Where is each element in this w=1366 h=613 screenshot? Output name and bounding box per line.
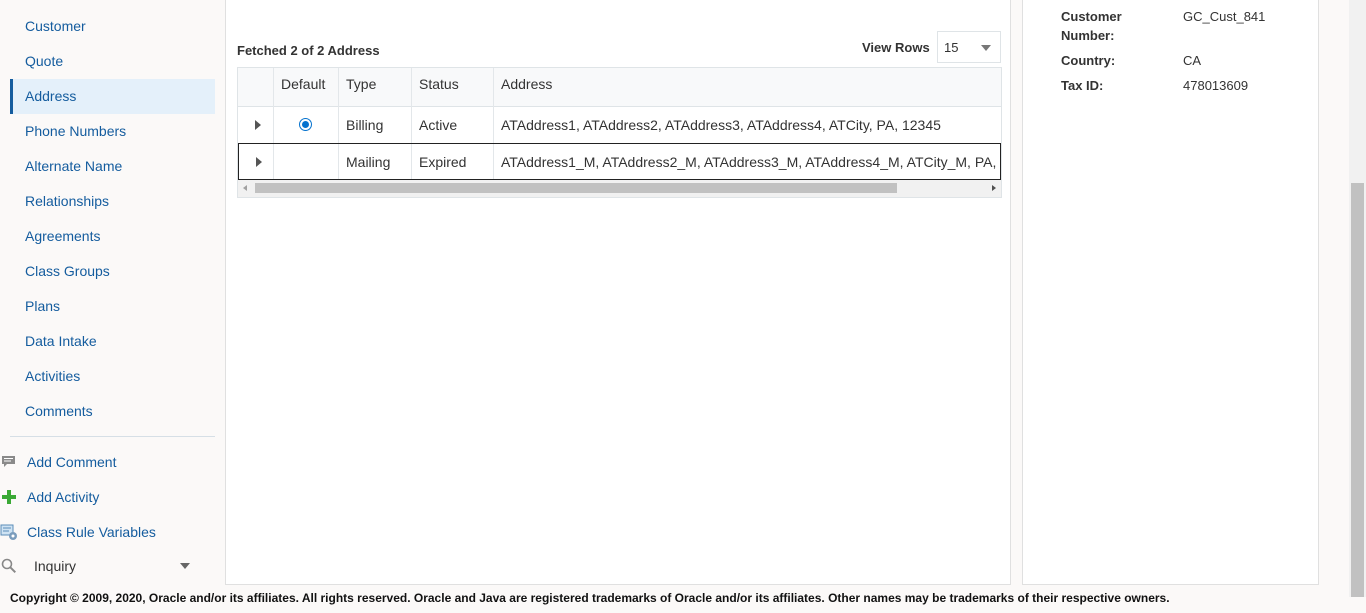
view-rows-label: View Rows [862,40,930,55]
table-row[interactable]: Mailing Expired ATAddress1_M, ATAddress2… [238,143,1001,180]
expand-arrow-icon[interactable] [256,157,262,167]
scroll-left-icon[interactable] [243,185,247,191]
default-radio[interactable] [299,118,312,131]
country-label: Country: [1061,53,1116,68]
chevron-down-icon[interactable] [180,563,190,569]
add-comment-action[interactable]: Add Comment [0,449,200,475]
add-activity-label: Add Activity [27,489,100,505]
default-cell [274,107,339,143]
sidebar-item-comments[interactable]: Comments [10,394,215,429]
row-expander-cell [238,107,274,143]
address-cell: ATAddress1, ATAddress2, ATAddress3, ATAd… [501,117,941,133]
customer-number-label: Customer Number: [1061,9,1122,43]
class-rule-variables-label: Class Rule Variables [27,524,156,540]
type-cell: Billing [339,107,412,143]
column-header-default[interactable]: Default [274,68,339,107]
address-panel: Fetched 2 of 2 Address View Rows 15 Defa… [225,0,1011,585]
page-vertical-scrollbar[interactable] [1349,0,1366,597]
tax-id-value: 478013609 [1183,78,1249,93]
scroll-right-icon[interactable] [992,185,996,191]
horizontal-scrollbar[interactable] [238,180,1001,197]
column-header-type[interactable]: Type [339,68,412,107]
status-cell: Active [412,107,494,143]
customer-number-value: GC_Cust_841 [1183,9,1266,24]
sidebar-item-alternate-name[interactable]: Alternate Name [10,149,215,184]
default-cell [274,144,339,179]
comment-icon [0,453,18,471]
class-rule-variables-action[interactable]: Class Rule Variables [0,519,200,545]
scrollbar-thumb[interactable] [255,183,897,193]
inquiry-label: Inquiry [34,558,77,574]
view-rows-value: 15 [944,40,959,55]
table-row[interactable]: Billing Active ATAddress1, ATAddress2, A… [238,107,1001,144]
customer-info-panel: Customer Number: GC_Cust_841 Country: CA… [1022,0,1319,585]
tax-id-label: Tax ID: [1061,78,1104,93]
sidebar-item-quote[interactable]: Quote [10,44,215,79]
sidebar-item-class-groups[interactable]: Class Groups [10,254,215,289]
sidebar-item-plans[interactable]: Plans [10,289,215,324]
chevron-down-icon [981,45,991,51]
status-cell: Expired [412,144,494,179]
address-cell: ATAddress1_M, ATAddress2_M, ATAddress3_M… [501,154,1000,170]
sidebar-item-relationships[interactable]: Relationships [10,184,215,219]
expand-arrow-icon[interactable] [255,120,261,130]
sidebar-item-data-intake[interactable]: Data Intake [10,324,215,359]
scrollbar-thumb[interactable] [1351,183,1364,597]
type-cell: Mailing [339,144,412,179]
sidebar-item-agreements[interactable]: Agreements [10,219,215,254]
sidebar-item-phone-numbers[interactable]: Phone Numbers [10,114,215,149]
fetched-count: Fetched 2 of 2 Address [237,43,380,58]
inquiry-select[interactable]: Inquiry [0,553,200,579]
rule-variables-icon [0,523,18,541]
copyright-footer: Copyright © 2009, 2020, Oracle and/or it… [10,591,1170,605]
add-comment-label: Add Comment [27,454,117,470]
column-header-address[interactable]: Address [494,68,1001,107]
sidebar-item-address[interactable]: Address [10,79,215,114]
plus-icon [0,488,18,506]
search-icon [0,557,18,575]
sidebar: Customer Quote Address Phone Numbers Alt… [0,0,224,585]
table-header: Default Type Status Address [238,68,1001,107]
sidebar-item-activities[interactable]: Activities [10,359,215,394]
row-expander-cell [239,144,274,179]
address-table: Default Type Status Address Billing Acti… [237,67,1002,198]
add-activity-action[interactable]: Add Activity [0,484,200,510]
expander-column-header [238,68,274,107]
view-rows-select[interactable]: 15 [937,31,1001,63]
sidebar-item-customer[interactable]: Customer [10,9,215,44]
country-value: CA [1183,53,1202,68]
column-header-status[interactable]: Status [412,68,494,107]
sidebar-divider [10,436,215,437]
